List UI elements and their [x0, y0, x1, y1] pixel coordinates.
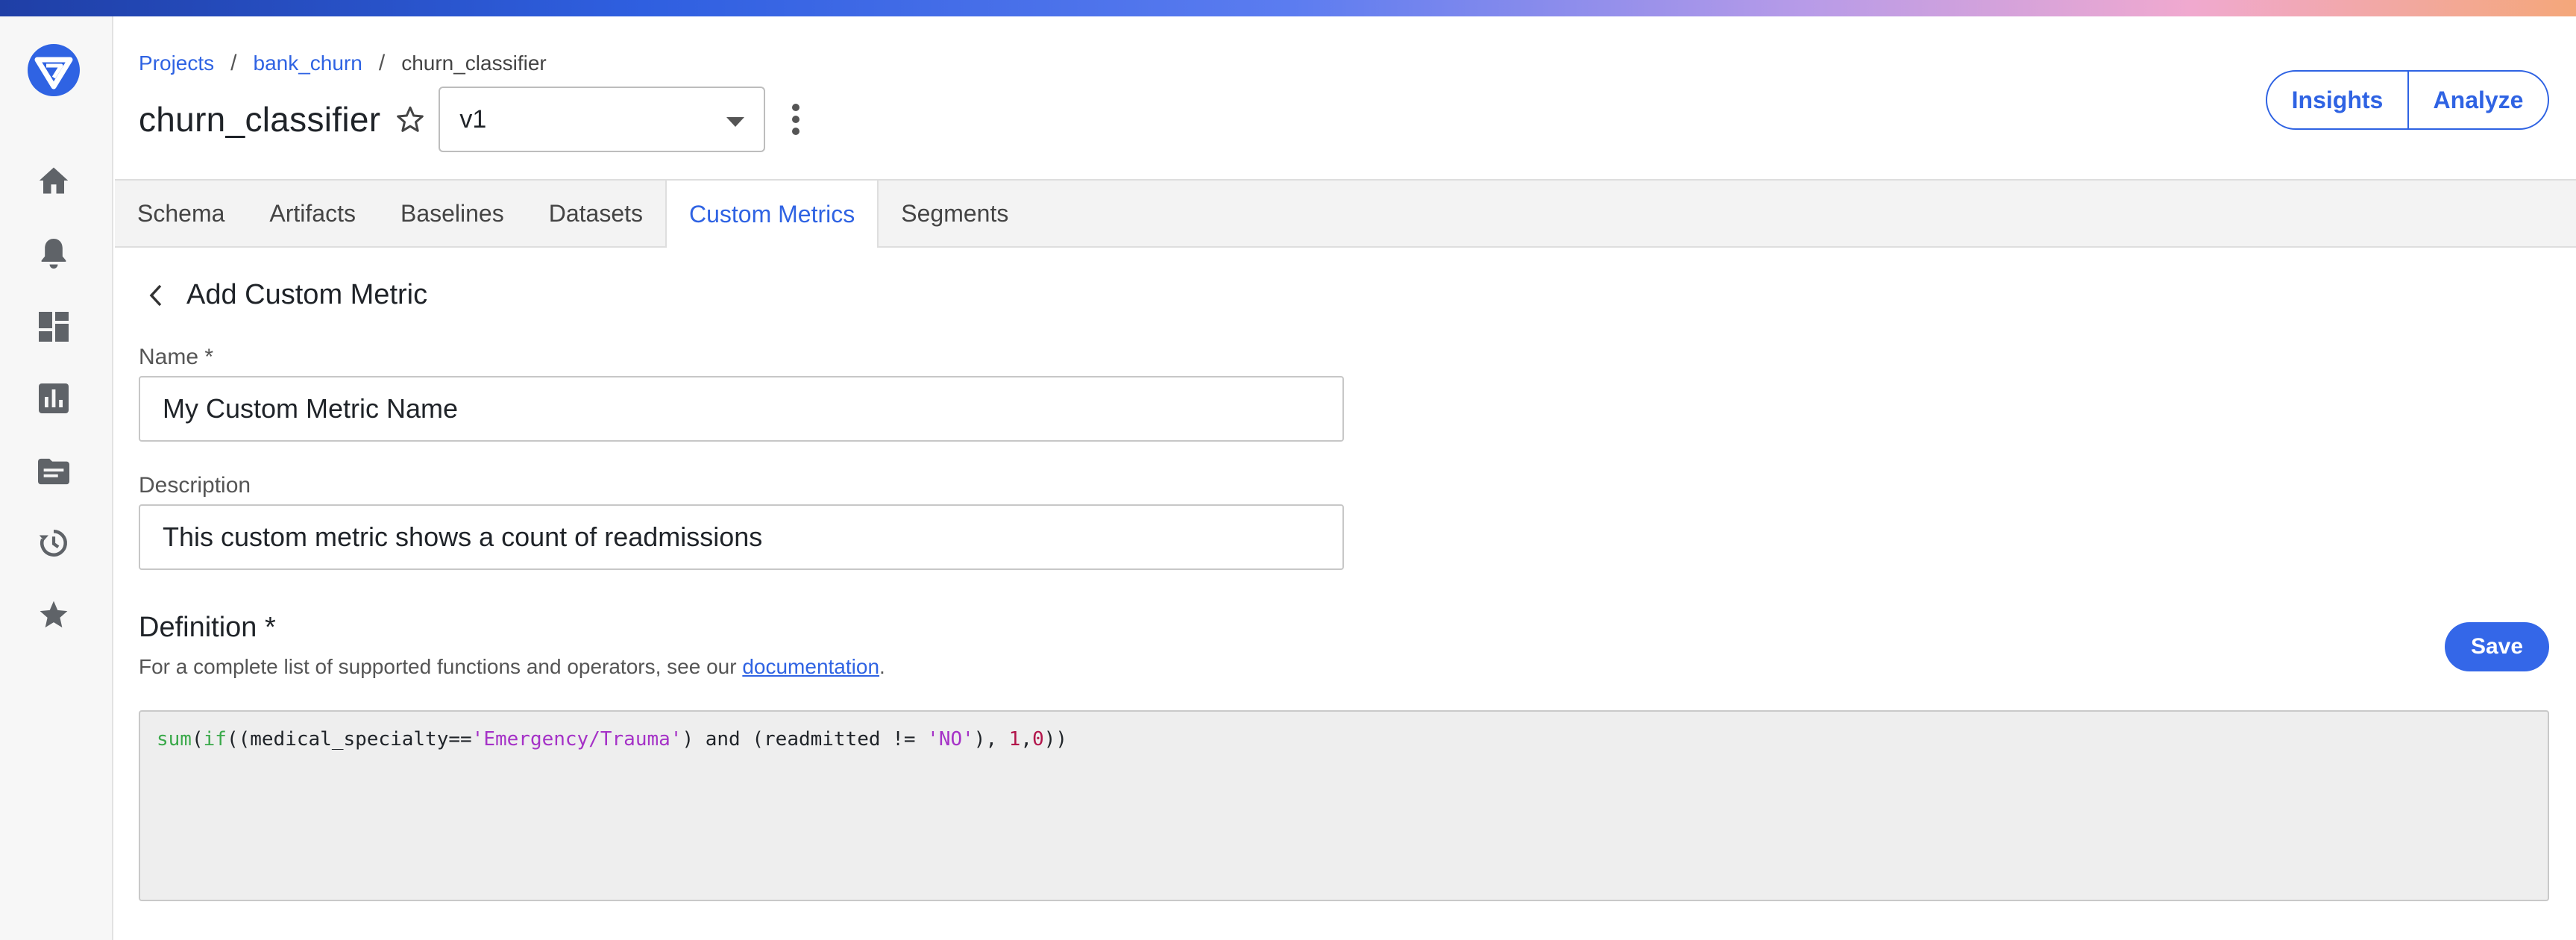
version-select[interactable]: v1 [439, 87, 766, 152]
breadcrumb-projects-link[interactable]: Projects [139, 51, 214, 75]
breadcrumb-current: churn_classifier [401, 51, 547, 75]
folder-icon[interactable] [36, 454, 72, 489]
code-token: ( [191, 728, 204, 751]
code-token: , [1020, 728, 1033, 751]
page-title: churn_classifier [139, 100, 381, 139]
code-token-string: 'Emergency/Trauma' [471, 728, 682, 751]
model-tabs: Schema Artifacts Baselines Datasets Cust… [115, 179, 2576, 248]
chart-icon[interactable] [36, 380, 72, 416]
home-icon[interactable] [36, 163, 72, 198]
back-chevron-icon[interactable] [143, 283, 169, 308]
tab-schema[interactable]: Schema [115, 181, 247, 246]
tab-custom-metrics[interactable]: Custom Metrics [665, 181, 879, 248]
star-icon[interactable] [36, 597, 72, 633]
model-title-row: churn_classifier v1 [139, 87, 807, 152]
main-content: Projects / bank_churn / churn_classifier… [115, 16, 2576, 940]
code-token-number: 1 [1008, 728, 1021, 751]
breadcrumb-project-link[interactable]: bank_churn [254, 51, 362, 75]
tab-artifacts[interactable]: Artifacts [247, 181, 378, 246]
app-logo-icon[interactable] [27, 43, 81, 97]
definition-help-suffix: . [879, 655, 885, 678]
version-select-value: v1 [459, 104, 487, 134]
code-token: ) and (readmitted != [682, 728, 928, 751]
save-button[interactable]: Save [2445, 622, 2549, 671]
form-header: Add Custom Metric [143, 279, 427, 311]
definition-code-editor[interactable]: sum(if((medical_specialty=='Emergency/Tr… [139, 710, 2549, 901]
code-token-string: 'NO' [927, 728, 974, 751]
definition-help-prefix: For a complete list of supported functio… [139, 655, 743, 678]
description-field-label: Description [139, 473, 251, 498]
documentation-link[interactable]: documentation [742, 655, 879, 678]
tab-segments[interactable]: Segments [879, 181, 1031, 246]
breadcrumb-separator: / [378, 51, 386, 75]
code-token: )) [1043, 728, 1068, 751]
tab-datasets[interactable]: Datasets [527, 181, 665, 246]
code-token-function: if [203, 728, 227, 751]
name-field-label: Name * [139, 345, 214, 369]
header-button-group: Insights Analyze [2266, 70, 2549, 130]
dashboard-icon[interactable] [36, 309, 72, 345]
more-options-icon[interactable] [785, 97, 807, 142]
sidebar [0, 16, 113, 940]
tab-baselines[interactable]: Baselines [378, 181, 527, 246]
top-gradient-bar [0, 0, 2576, 16]
code-token-function: sum [157, 728, 192, 751]
chevron-down-icon [726, 105, 745, 134]
code-token: ((medical_specialty== [226, 728, 472, 751]
code-token: ), [973, 728, 1009, 751]
breadcrumb-separator: / [230, 51, 237, 75]
name-input[interactable] [139, 376, 1344, 442]
insights-button[interactable]: Insights [2267, 72, 2407, 128]
breadcrumb: Projects / bank_churn / churn_classifier [139, 51, 547, 76]
description-input[interactable] [139, 504, 1344, 570]
analyze-button[interactable]: Analyze [2407, 72, 2548, 128]
bell-icon[interactable] [36, 236, 72, 272]
code-token-number: 0 [1032, 728, 1044, 751]
definition-heading: Definition * [139, 612, 276, 643]
history-icon[interactable] [36, 525, 72, 561]
favorite-star-icon[interactable] [394, 103, 427, 136]
form-heading: Add Custom Metric [186, 279, 428, 310]
definition-help-text: For a complete list of supported functio… [139, 655, 885, 679]
